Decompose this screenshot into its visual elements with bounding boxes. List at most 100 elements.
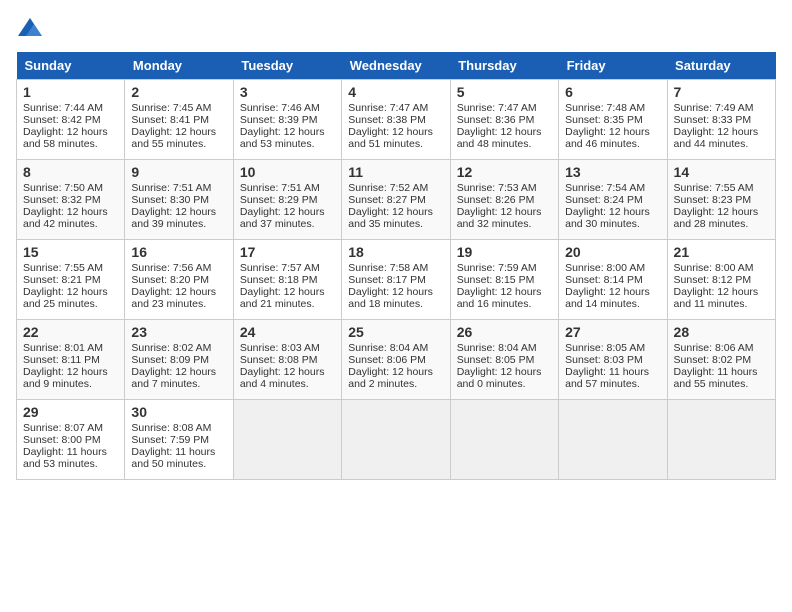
week-row-3: 15 Sunrise: 7:55 AM Sunset: 8:21 PM Dayl… — [17, 240, 776, 320]
week-row-1: 1 Sunrise: 7:44 AM Sunset: 8:42 PM Dayli… — [17, 80, 776, 160]
daylight-hours: Daylight: 12 hours and 35 minutes. — [348, 206, 433, 230]
sunrise-time: Sunrise: 7:54 AM — [565, 182, 645, 194]
sunrise-time: Sunrise: 7:55 AM — [674, 182, 754, 194]
calendar-cell: 19 Sunrise: 7:59 AM Sunset: 8:15 PM Dayl… — [450, 240, 558, 320]
sunset-time: Sunset: 8:08 PM — [240, 354, 318, 366]
calendar-table: SundayMondayTuesdayWednesdayThursdayFrid… — [16, 52, 776, 480]
day-number: 5 — [457, 84, 552, 100]
day-number: 1 — [23, 84, 118, 100]
daylight-hours: Daylight: 12 hours and 14 minutes. — [565, 286, 650, 310]
sunrise-time: Sunrise: 8:07 AM — [23, 422, 103, 434]
day-header-wednesday: Wednesday — [342, 52, 450, 80]
daylight-hours: Daylight: 12 hours and 51 minutes. — [348, 126, 433, 150]
daylight-hours: Daylight: 12 hours and 55 minutes. — [131, 126, 216, 150]
daylight-hours: Daylight: 12 hours and 28 minutes. — [674, 206, 759, 230]
day-header-saturday: Saturday — [667, 52, 775, 80]
day-number: 15 — [23, 244, 118, 260]
daylight-hours: Daylight: 12 hours and 7 minutes. — [131, 366, 216, 390]
sunset-time: Sunset: 8:36 PM — [457, 114, 535, 126]
sunset-time: Sunset: 8:35 PM — [565, 114, 643, 126]
day-number: 3 — [240, 84, 335, 100]
sunset-time: Sunset: 8:24 PM — [565, 194, 643, 206]
sunset-time: Sunset: 8:26 PM — [457, 194, 535, 206]
sunrise-time: Sunrise: 7:56 AM — [131, 262, 211, 274]
day-header-friday: Friday — [559, 52, 667, 80]
sunrise-time: Sunrise: 7:47 AM — [348, 102, 428, 114]
day-number: 24 — [240, 324, 335, 340]
day-number: 23 — [131, 324, 226, 340]
calendar-cell: 16 Sunrise: 7:56 AM Sunset: 8:20 PM Dayl… — [125, 240, 233, 320]
sunrise-time: Sunrise: 8:04 AM — [457, 342, 537, 354]
sunset-time: Sunset: 8:11 PM — [23, 354, 100, 366]
day-number: 8 — [23, 164, 118, 180]
calendar-cell — [667, 400, 775, 480]
day-number: 14 — [674, 164, 769, 180]
page-header — [16, 16, 776, 40]
daylight-hours: Daylight: 12 hours and 4 minutes. — [240, 366, 325, 390]
sunrise-time: Sunrise: 7:49 AM — [674, 102, 754, 114]
logo-icon — [16, 16, 44, 40]
sunset-time: Sunset: 8:06 PM — [348, 354, 426, 366]
calendar-header-row: SundayMondayTuesdayWednesdayThursdayFrid… — [17, 52, 776, 80]
daylight-hours: Daylight: 12 hours and 2 minutes. — [348, 366, 433, 390]
calendar-body: 1 Sunrise: 7:44 AM Sunset: 8:42 PM Dayli… — [17, 80, 776, 480]
sunrise-time: Sunrise: 7:47 AM — [457, 102, 537, 114]
daylight-hours: Daylight: 12 hours and 21 minutes. — [240, 286, 325, 310]
daylight-hours: Daylight: 12 hours and 30 minutes. — [565, 206, 650, 230]
daylight-hours: Daylight: 12 hours and 44 minutes. — [674, 126, 759, 150]
calendar-cell: 21 Sunrise: 8:00 AM Sunset: 8:12 PM Dayl… — [667, 240, 775, 320]
day-number: 17 — [240, 244, 335, 260]
calendar-cell: 23 Sunrise: 8:02 AM Sunset: 8:09 PM Dayl… — [125, 320, 233, 400]
day-number: 16 — [131, 244, 226, 260]
calendar-cell: 22 Sunrise: 8:01 AM Sunset: 8:11 PM Dayl… — [17, 320, 125, 400]
daylight-hours: Daylight: 11 hours and 55 minutes. — [674, 366, 758, 390]
sunset-time: Sunset: 8:29 PM — [240, 194, 318, 206]
daylight-hours: Daylight: 12 hours and 37 minutes. — [240, 206, 325, 230]
calendar-cell: 7 Sunrise: 7:49 AM Sunset: 8:33 PM Dayli… — [667, 80, 775, 160]
day-header-tuesday: Tuesday — [233, 52, 341, 80]
calendar-cell — [233, 400, 341, 480]
sunrise-time: Sunrise: 7:45 AM — [131, 102, 211, 114]
sunset-time: Sunset: 8:38 PM — [348, 114, 426, 126]
sunset-time: Sunset: 8:20 PM — [131, 274, 209, 286]
sunrise-time: Sunrise: 7:57 AM — [240, 262, 320, 274]
day-number: 4 — [348, 84, 443, 100]
sunset-time: Sunset: 8:14 PM — [565, 274, 643, 286]
calendar-cell: 5 Sunrise: 7:47 AM Sunset: 8:36 PM Dayli… — [450, 80, 558, 160]
day-number: 28 — [674, 324, 769, 340]
sunrise-time: Sunrise: 8:01 AM — [23, 342, 103, 354]
daylight-hours: Daylight: 12 hours and 9 minutes. — [23, 366, 108, 390]
day-number: 19 — [457, 244, 552, 260]
sunrise-time: Sunrise: 7:50 AM — [23, 182, 103, 194]
day-number: 26 — [457, 324, 552, 340]
daylight-hours: Daylight: 12 hours and 39 minutes. — [131, 206, 216, 230]
sunset-time: Sunset: 8:15 PM — [457, 274, 535, 286]
day-number: 9 — [131, 164, 226, 180]
calendar-cell: 8 Sunrise: 7:50 AM Sunset: 8:32 PM Dayli… — [17, 160, 125, 240]
calendar-cell: 12 Sunrise: 7:53 AM Sunset: 8:26 PM Dayl… — [450, 160, 558, 240]
daylight-hours: Daylight: 12 hours and 18 minutes. — [348, 286, 433, 310]
day-header-thursday: Thursday — [450, 52, 558, 80]
calendar-cell: 14 Sunrise: 7:55 AM Sunset: 8:23 PM Dayl… — [667, 160, 775, 240]
sunset-time: Sunset: 7:59 PM — [131, 434, 209, 446]
calendar-cell: 27 Sunrise: 8:05 AM Sunset: 8:03 PM Dayl… — [559, 320, 667, 400]
day-number: 13 — [565, 164, 660, 180]
sunset-time: Sunset: 8:41 PM — [131, 114, 209, 126]
calendar-cell: 3 Sunrise: 7:46 AM Sunset: 8:39 PM Dayli… — [233, 80, 341, 160]
calendar-cell — [342, 400, 450, 480]
calendar-cell: 6 Sunrise: 7:48 AM Sunset: 8:35 PM Dayli… — [559, 80, 667, 160]
sunrise-time: Sunrise: 7:55 AM — [23, 262, 103, 274]
sunset-time: Sunset: 8:23 PM — [674, 194, 752, 206]
sunset-time: Sunset: 8:21 PM — [23, 274, 101, 286]
week-row-5: 29 Sunrise: 8:07 AM Sunset: 8:00 PM Dayl… — [17, 400, 776, 480]
sunrise-time: Sunrise: 8:00 AM — [674, 262, 754, 274]
sunrise-time: Sunrise: 7:48 AM — [565, 102, 645, 114]
calendar-cell: 20 Sunrise: 8:00 AM Sunset: 8:14 PM Dayl… — [559, 240, 667, 320]
calendar-cell: 18 Sunrise: 7:58 AM Sunset: 8:17 PM Dayl… — [342, 240, 450, 320]
daylight-hours: Daylight: 12 hours and 32 minutes. — [457, 206, 542, 230]
calendar-cell: 28 Sunrise: 8:06 AM Sunset: 8:02 PM Dayl… — [667, 320, 775, 400]
day-number: 29 — [23, 404, 118, 420]
day-number: 6 — [565, 84, 660, 100]
calendar-cell: 26 Sunrise: 8:04 AM Sunset: 8:05 PM Dayl… — [450, 320, 558, 400]
sunrise-time: Sunrise: 7:51 AM — [131, 182, 211, 194]
